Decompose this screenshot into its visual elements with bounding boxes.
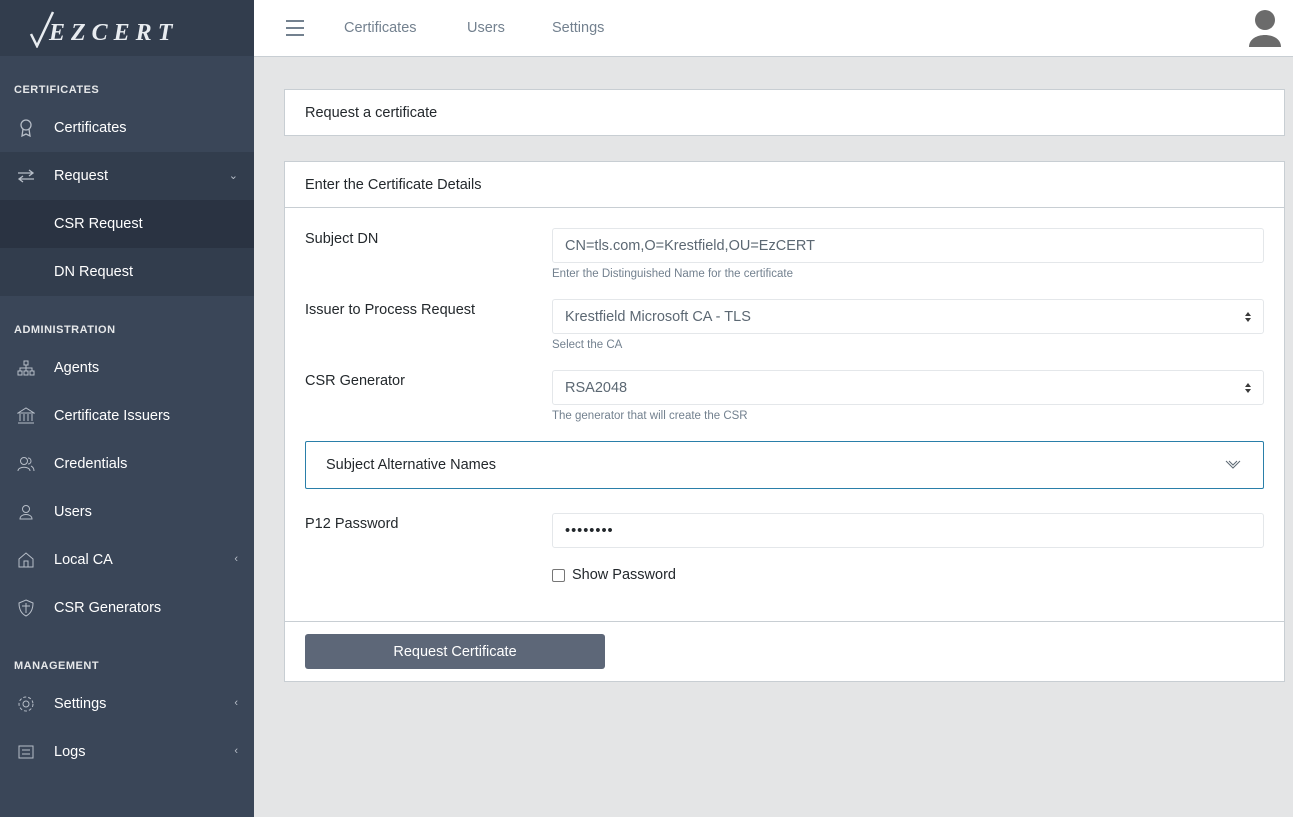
sidebar-item-label: Certificate Issuers xyxy=(54,408,171,424)
svg-text:EZCERT: EZCERT xyxy=(48,20,178,46)
user-icon xyxy=(16,502,36,522)
sidebar-item-csr-generators[interactable]: CSR Generators xyxy=(0,584,254,632)
brand-logo[interactable]: EZCERT xyxy=(0,0,254,56)
chevron-left-icon: ‹ xyxy=(234,697,238,709)
sidebar-item-label: Local CA xyxy=(54,552,113,568)
nav-section-administration: ADMINISTRATION xyxy=(14,324,116,336)
sidebar-item-label: Agents xyxy=(54,360,100,376)
san-accordion-label: Subject Alternative Names xyxy=(326,457,497,473)
sidebar-item-dn-request[interactable]: DN Request xyxy=(0,248,254,296)
user-avatar-icon xyxy=(1249,10,1281,47)
csr-generator-help: The generator that will create the CSR xyxy=(552,410,748,422)
avatar[interactable] xyxy=(1248,9,1282,47)
bank-icon xyxy=(16,406,36,426)
sidebar-item-label: CSR Generators xyxy=(54,600,162,616)
show-password-checkbox[interactable] xyxy=(552,569,565,582)
p12-password-label: P12 Password xyxy=(305,516,399,532)
show-password-label[interactable]: Show Password xyxy=(572,567,676,583)
details-card-title: Enter the Certificate Details xyxy=(285,162,1284,208)
sidebar-item-credentials[interactable]: Credentials xyxy=(0,440,254,488)
title-card: Request a certificate xyxy=(284,89,1285,136)
sidebar-item-label: Logs xyxy=(54,744,86,760)
issuer-select[interactable]: Krestfield Microsoft CA - TLS xyxy=(552,299,1264,334)
select-arrows-icon xyxy=(1245,383,1251,393)
sidebar-item-certificate-issuers[interactable]: Certificate Issuers xyxy=(0,392,254,440)
sidebar-item-logs[interactable]: Logs ‹ xyxy=(0,728,254,776)
topnav-certificates[interactable]: Certificates xyxy=(344,20,417,36)
sidebar-item-label: Credentials xyxy=(54,456,128,472)
swap-arrows-icon xyxy=(16,166,36,186)
sidebar-item-label: Settings xyxy=(54,696,107,712)
sidebar-item-label: Users xyxy=(54,504,92,520)
shield-icon xyxy=(16,598,36,618)
issuer-select-value: Krestfield Microsoft CA - TLS xyxy=(565,308,751,325)
subject-alternative-names-accordion[interactable]: Subject Alternative Names xyxy=(305,441,1264,489)
issuer-help: Select the CA xyxy=(552,339,623,351)
chevron-down-icon: ⌄ xyxy=(228,170,238,182)
people-icon xyxy=(16,454,36,474)
nav-section-management: MANAGEMENT xyxy=(14,660,100,672)
ezcert-logo: EZCERT xyxy=(29,11,178,48)
topnav-users[interactable]: Users xyxy=(467,20,505,36)
csr-generator-label: CSR Generator xyxy=(305,373,405,389)
p12-password-input[interactable]: •••••••• xyxy=(552,513,1264,548)
subject-dn-label: Subject DN xyxy=(305,231,379,247)
topnav-settings[interactable]: Settings xyxy=(552,20,604,36)
chevron-left-icon: ‹ xyxy=(234,553,238,565)
sidebar-item-label: Request xyxy=(54,168,109,184)
sidebar: EZCERT CERTIFICATES Certificates Request… xyxy=(0,0,254,817)
nav-section-certificates: CERTIFICATES xyxy=(14,84,100,96)
home-icon xyxy=(16,550,36,570)
sidebar-item-settings[interactable]: Settings ‹ xyxy=(0,680,254,728)
award-icon xyxy=(16,118,36,138)
select-arrows-icon xyxy=(1245,312,1251,322)
top-header: Certificates Users Settings xyxy=(254,0,1293,57)
subject-dn-input[interactable]: CN=tls.com,O=Krestfield,OU=EzCERT xyxy=(552,228,1264,263)
request-certificate-button[interactable]: Request Certificate xyxy=(305,634,605,669)
sitemap-icon xyxy=(16,358,36,378)
sidebar-item-certificates[interactable]: Certificates xyxy=(0,104,254,152)
hamburger-menu-icon[interactable] xyxy=(286,20,304,36)
card-footer-divider xyxy=(285,621,1284,622)
chevron-down-icon xyxy=(1225,460,1241,469)
subject-dn-help: Enter the Distinguished Name for the cer… xyxy=(552,268,793,280)
sidebar-item-agents[interactable]: Agents xyxy=(0,344,254,392)
sidebar-item-label: Certificates xyxy=(54,120,127,136)
csr-generator-select[interactable]: RSA2048 xyxy=(552,370,1264,405)
csr-generator-select-value: RSA2048 xyxy=(565,379,628,396)
list-icon xyxy=(16,742,36,762)
page-title: Request a certificate xyxy=(305,104,438,121)
issuer-label: Issuer to Process Request xyxy=(305,302,476,318)
gear-icon xyxy=(16,694,36,714)
sidebar-item-users[interactable]: Users xyxy=(0,488,254,536)
sidebar-item-request[interactable]: Request ⌄ xyxy=(0,152,254,200)
sidebar-item-local-ca[interactable]: Local CA ‹ xyxy=(0,536,254,584)
sidebar-item-csr-request[interactable]: CSR Request xyxy=(0,200,254,248)
chevron-left-icon: ‹ xyxy=(234,745,238,757)
